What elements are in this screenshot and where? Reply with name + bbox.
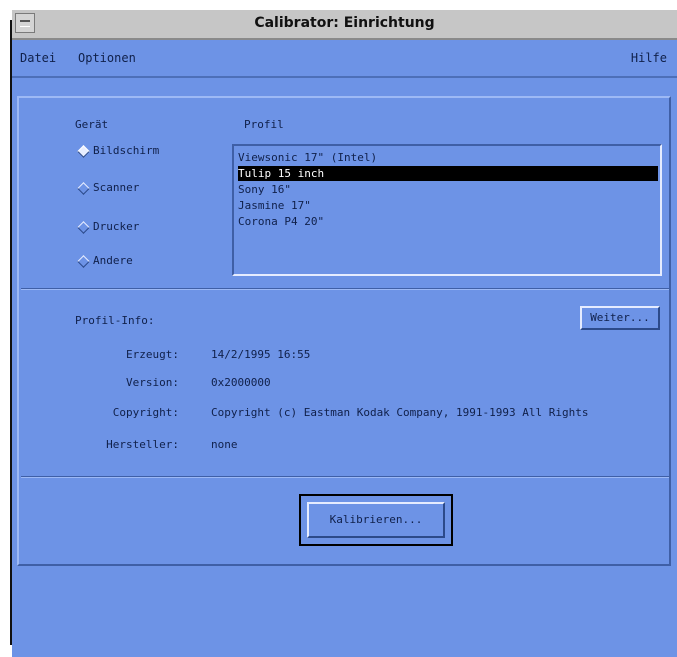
section-divider — [21, 288, 669, 290]
manufacturer-value: none — [211, 438, 238, 451]
radio-selected-icon — [77, 145, 90, 158]
radio-bildschirm[interactable]: Bildschirm — [77, 144, 169, 160]
menu-optionen[interactable]: Optionen — [78, 51, 136, 65]
list-item[interactable]: Sony 16" — [238, 182, 658, 197]
radio-label: Drucker — [93, 220, 140, 233]
default-button-frame: Kalibrieren... — [299, 494, 453, 546]
menu-datei[interactable]: Datei — [20, 51, 56, 65]
created-value: 14/2/1995 16:55 — [211, 348, 311, 361]
radio-unselected-icon — [77, 182, 90, 195]
menu-bar: Datei Optionen Hilfe — [12, 40, 677, 78]
title-bar[interactable]: Calibrator: Einrichtung — [12, 10, 677, 40]
radio-label: Scanner — [93, 181, 140, 194]
version-label: Version: — [126, 376, 179, 389]
radio-unselected-icon — [77, 255, 90, 268]
created-label: Erzeugt: — [126, 348, 179, 361]
radio-scanner[interactable]: Scanner — [77, 181, 169, 197]
copyright-value: Copyright (c) Eastman Kodak Company, 199… — [211, 406, 589, 419]
section-divider — [21, 476, 669, 478]
radio-andere[interactable]: Andere — [77, 254, 169, 270]
version-value: 0x2000000 — [211, 376, 271, 389]
calibrator-window: Calibrator: Einrichtung Datei Optionen H… — [12, 10, 677, 657]
list-item[interactable]: Jasmine 17" — [238, 198, 658, 213]
menu-hilfe[interactable]: Hilfe — [631, 51, 667, 65]
radio-label: Bildschirm — [93, 144, 160, 157]
list-item-selected[interactable]: Tulip 15 inch — [238, 166, 658, 181]
more-button[interactable]: Weiter... — [580, 306, 660, 330]
device-heading: Gerät — [75, 118, 109, 131]
radio-label: Andere — [93, 254, 133, 267]
main-panel: Gerät Bildschirm Scanner Drucker Andere … — [17, 96, 671, 566]
radio-drucker[interactable]: Drucker — [77, 220, 169, 236]
manufacturer-label: Hersteller: — [106, 438, 179, 451]
profile-info-heading: Profil-Info: — [75, 314, 155, 327]
list-item[interactable]: Corona P4 20" — [238, 214, 658, 229]
radio-unselected-icon — [77, 221, 90, 234]
profile-heading: Profil — [244, 118, 284, 131]
calibrate-button[interactable]: Kalibrieren... — [307, 502, 445, 538]
window-title: Calibrator: Einrichtung — [254, 15, 435, 31]
profile-list[interactable]: Viewsonic 17" (Intel) Tulip 15 inch Sony… — [232, 144, 662, 276]
list-item[interactable]: Viewsonic 17" (Intel) — [238, 150, 658, 165]
copyright-label: Copyright: — [112, 406, 179, 419]
